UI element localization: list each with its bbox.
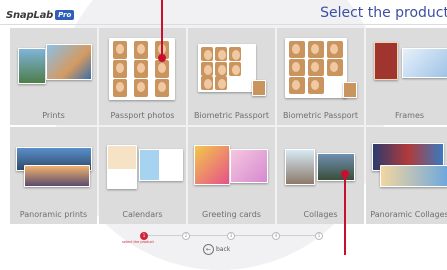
product-tile-calendars[interactable]: Calendars xyxy=(99,127,186,224)
product-tile-panoramic-prints[interactable]: Panoramic prints xyxy=(10,127,97,224)
header-divider xyxy=(0,24,447,25)
step-progress: 1 2 3 4 5 select the product xyxy=(100,232,350,244)
product-tile-collages[interactable]: Collages xyxy=(277,127,364,224)
product-label: Panoramic prints xyxy=(19,210,88,219)
product-tile-panoramic-collages[interactable]: Panoramic Collages xyxy=(366,127,447,224)
product-label: Calendars xyxy=(122,210,163,219)
back-arrow-icon: ← xyxy=(203,244,214,255)
passport-photos-image xyxy=(99,34,186,102)
biometric-passport-image xyxy=(188,34,275,102)
product-tile-biometric-passport-1[interactable]: Biometric Passport xyxy=(188,28,275,125)
step-2[interactable]: 2 xyxy=(182,232,190,240)
step-1[interactable]: 1 xyxy=(140,232,148,240)
product-grid: Prints Passport photos Biometric Passpor… xyxy=(10,28,447,224)
product-tile-prints[interactable]: Prints xyxy=(10,28,97,125)
product-tile-greeting-cards[interactable]: Greeting cards xyxy=(188,127,275,224)
step-4[interactable]: 4 xyxy=(272,232,280,240)
annotation-dot-top xyxy=(158,54,166,62)
product-label: Frames xyxy=(394,111,425,120)
product-label: Passport photos xyxy=(110,111,175,120)
step-caption: select the product xyxy=(122,240,154,244)
page-title: Select the product xyxy=(320,5,447,21)
annotation-dot-bottom xyxy=(341,170,349,178)
back-button[interactable]: ← back xyxy=(203,244,230,255)
annotation-pointer-top xyxy=(161,0,163,58)
collages-image xyxy=(277,133,364,201)
product-tile-biometric-passport-2[interactable]: Biometric Passport xyxy=(277,28,364,125)
product-label: Biometric Passport xyxy=(282,111,358,120)
product-tile-passport-photos[interactable]: Passport photos xyxy=(99,28,186,125)
product-label: Prints xyxy=(42,111,65,120)
annotation-pointer-bottom xyxy=(344,174,346,255)
back-label: back xyxy=(216,246,231,253)
product-label: Biometric Passport xyxy=(193,111,269,120)
biometric-passport-image xyxy=(277,34,364,102)
product-tile-frames[interactable]: Frames xyxy=(366,28,447,125)
product-label: Collages xyxy=(303,210,338,219)
product-label: Panoramic Collages xyxy=(370,210,447,219)
app-logo: SnapLab Pro xyxy=(6,8,75,22)
prints-image xyxy=(10,34,97,102)
product-label: Greeting cards xyxy=(202,210,261,219)
frames-image xyxy=(366,34,447,102)
calendars-image xyxy=(99,133,186,201)
logo-badge: Pro xyxy=(55,10,75,20)
logo-text: SnapLab xyxy=(6,9,54,21)
panoramic-collages-image xyxy=(366,133,447,201)
step-5[interactable]: 5 xyxy=(315,232,323,240)
step-3[interactable]: 3 xyxy=(227,232,235,240)
panoramic-prints-image xyxy=(10,133,97,201)
greeting-cards-image xyxy=(188,133,275,201)
